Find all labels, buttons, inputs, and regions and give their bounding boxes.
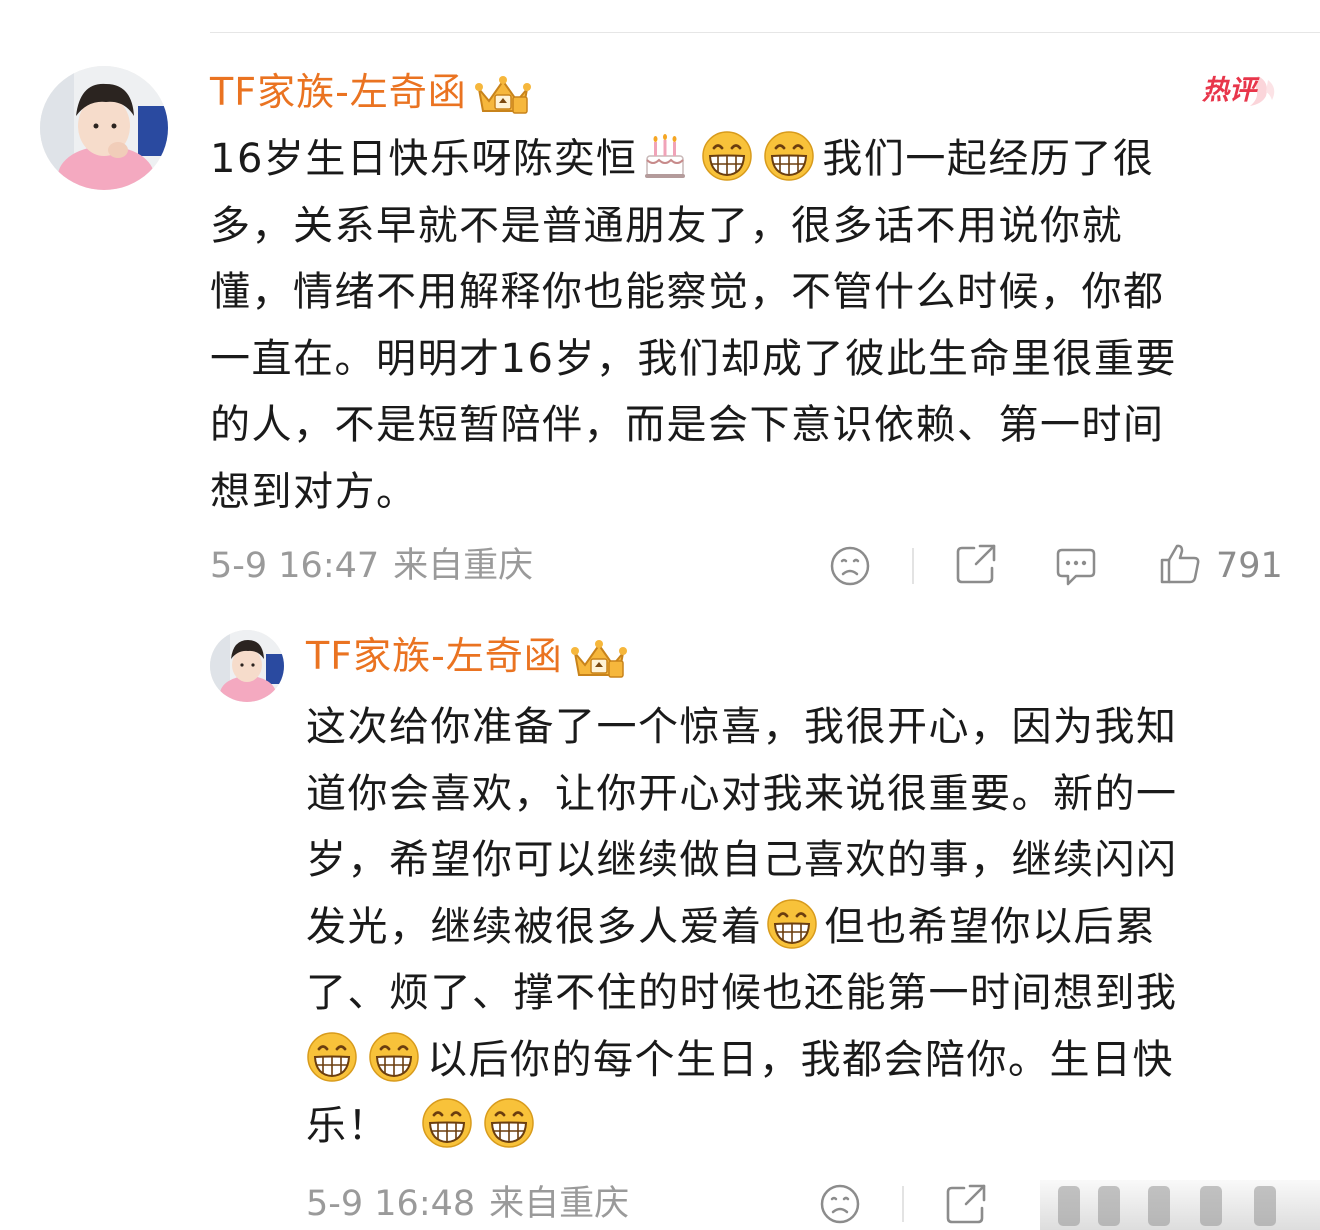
avatar[interactable] <box>40 66 168 190</box>
comment-line: 道你会喜欢，让你开心对我来说很重要。新的一 <box>306 770 1178 817</box>
watermark-overlay <box>1040 1180 1320 1230</box>
sad-face-icon[interactable] <box>828 544 872 588</box>
comment-meta: 5-9 16:47 来自重庆 <box>210 544 533 588</box>
grinning-emoji <box>766 898 818 950</box>
comment-text-segment: 但也希望你以后累 <box>824 903 1157 950</box>
grinning-emoji <box>368 1031 420 1083</box>
comment-line: 以后你的每个生日，我都会陪你。生日快 <box>306 1027 1306 1094</box>
comment-username[interactable]: TF家族-左奇函 <box>306 632 629 681</box>
comment-location: 来自重庆 <box>489 1184 630 1224</box>
username-text[interactable]: TF家族-左奇函 <box>306 634 563 678</box>
username-text[interactable]: TF家族-左奇函 <box>210 70 467 114</box>
comment-meta: 5-9 16:48 来自重庆 <box>306 1182 629 1226</box>
grinning-emoji <box>306 1031 358 1083</box>
comment-text-segment: 以后你的每个生日，我都会陪你。生日快 <box>427 1036 1174 1083</box>
comment-username[interactable]: TF家族-左奇函 <box>210 68 533 117</box>
comment-bubble-icon[interactable] <box>1054 544 1098 588</box>
comment-line: 了、烦了、撑不住的时候也还能第一时间想到我 <box>306 970 1178 1016</box>
grinning-emoji <box>421 1097 473 1149</box>
avatar[interactable] <box>210 630 284 702</box>
comment-text-segment: 发光，继续被很多人爱着 <box>306 903 763 950</box>
share-icon[interactable] <box>944 1182 988 1226</box>
comment-line: 一直在。明明才16岁，我们却成了彼此生命里很重要 <box>210 335 1177 382</box>
comment-location: 来自重庆 <box>393 546 534 586</box>
comment-line: 多，关系早就不是普通朋友了，很多话不用说你就 <box>210 202 1123 249</box>
sad-face-icon[interactable] <box>818 1182 862 1226</box>
comment-time: 5-9 16:48 <box>306 1184 476 1224</box>
comment-body: 这次给你准备了一个惊喜，我很开心，因为我知 道你会喜欢，让你开心对我来说很重要。… <box>306 694 1306 1160</box>
thumbs-up-icon[interactable] <box>1158 542 1202 586</box>
hot-comment-badge: 热评 <box>1200 74 1278 108</box>
hot-comment-label: 热评 <box>1202 75 1256 106</box>
grinning-emoji <box>483 1097 535 1149</box>
comment-time: 5-9 16:47 <box>210 546 380 586</box>
comment-body: 16岁生日快乐呀陈奕恒 我们一起经历了很 多，关系早就不是普通朋友了，很多话不用… <box>210 126 1290 525</box>
comment-line: 发光，继续被很多人爱着 但也希望你以后累 <box>306 894 1306 961</box>
grinning-emoji <box>763 130 815 182</box>
action-divider <box>902 1186 904 1222</box>
comment-line: 乐！ <box>306 1093 1306 1160</box>
comment-line: 的人，不是短暂陪伴，而是会下意识依赖、第一时间 <box>210 402 1165 448</box>
comment-line: 16岁生日快乐呀陈奕恒 我们一起经历了很 <box>210 126 1290 193</box>
comment-text-segment: 16岁生日快乐呀陈奕恒 <box>210 136 638 182</box>
comment-text-segment: 我们一起经历了很 <box>822 136 1155 182</box>
action-divider <box>912 548 914 584</box>
comment-line: 懂，情绪不用解释你也能察觉，不管什么时候，你都 <box>210 269 1165 315</box>
share-icon[interactable] <box>954 542 998 586</box>
top-divider <box>210 32 1320 33</box>
vip-crown-icon <box>569 637 629 681</box>
vip-crown-icon <box>473 73 533 117</box>
comment-line: 想到对方。 <box>210 468 418 515</box>
birthday-cake-emoji <box>639 130 691 182</box>
comment-line: 岁，希望你可以继续做自己喜欢的事，继续闪闪 <box>306 837 1178 883</box>
comment-text-segment: 乐！ <box>306 1103 389 1149</box>
grinning-emoji <box>701 130 753 182</box>
like-count: 791 <box>1216 546 1283 586</box>
comment-line: 这次给你准备了一个惊喜，我很开心，因为我知 <box>306 704 1178 750</box>
